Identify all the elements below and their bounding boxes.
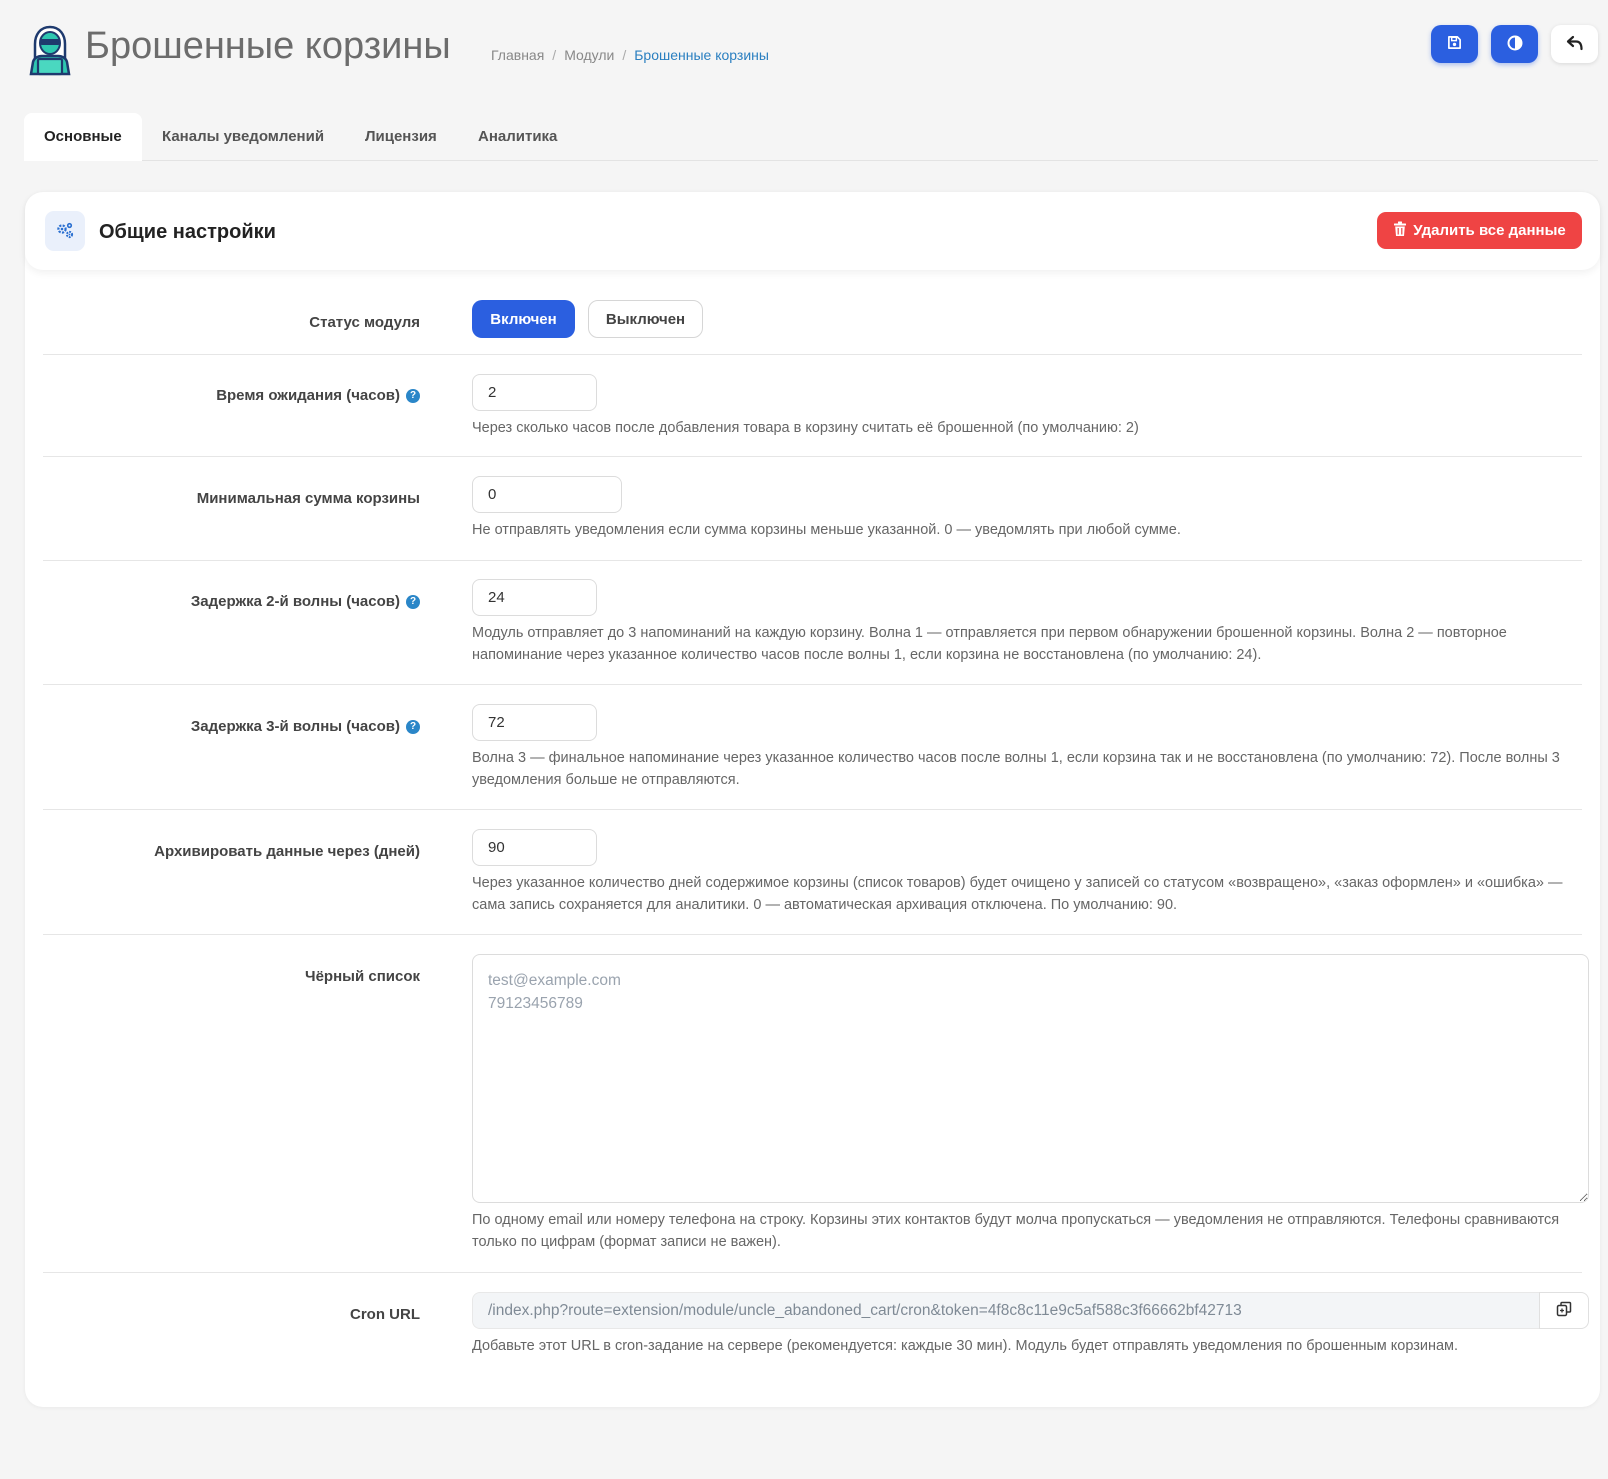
status-enabled-button[interactable]: Включен: [472, 300, 575, 338]
blacklist-hint: По одному email или номеру телефона на с…: [472, 1212, 1560, 1250]
card-title: Общие настройки: [99, 221, 276, 243]
help-icon[interactable]: ?: [406, 388, 420, 403]
back-arrow-icon: [1566, 35, 1584, 54]
blacklist-textarea[interactable]: [472, 954, 1589, 1203]
min-sum-hint: Не отправлять уведомления если сумма кор…: [472, 522, 1181, 538]
status-toggle: Включен Выключен: [472, 300, 712, 338]
wait-time-input[interactable]: [472, 374, 597, 411]
cron-url-group: [472, 1292, 1589, 1329]
delete-all-data-button[interactable]: Удалить все данные: [1377, 212, 1582, 249]
breadcrumb-separator: /: [552, 47, 557, 63]
wait-time-label: Время ожидания (часов)?: [216, 387, 420, 404]
wave2-row: Задержка 2-й волны (часов)? Модуль отпра…: [43, 561, 1582, 685]
tab-notification-channels[interactable]: Каналы уведомлений: [142, 113, 344, 161]
breadcrumb-home[interactable]: Главная: [491, 47, 544, 63]
breadcrumb-modules[interactable]: Модули: [564, 47, 614, 63]
min-sum-row: Минимальная сумма корзины Не отправлять …: [43, 457, 1582, 561]
tab-bar: Основные Каналы уведомлений Лицензия Ана…: [24, 113, 1598, 161]
page-header: Брошенные корзины Главная / Модули / Брошенн…: [0, 0, 1608, 100]
archive-days-input[interactable]: [472, 829, 597, 866]
status-label: Статус модуля: [309, 314, 420, 331]
wave3-row: Задержка 3-й волны (часов)? Волна 3 — фи…: [43, 685, 1582, 810]
wait-time-row: Время ожидания (часов)? Через сколько ча…: [43, 355, 1582, 457]
save-icon: [1447, 35, 1462, 53]
blacklist-row: Чёрный список По одному email или номеру…: [43, 935, 1589, 1273]
trash-icon: [1393, 221, 1407, 241]
settings-card: Общие настройки Удалить все данные Стату…: [25, 192, 1600, 1407]
cron-url-input[interactable]: [472, 1292, 1539, 1329]
help-icon[interactable]: ?: [406, 719, 420, 734]
wave2-label: Задержка 2-й волны (часов)?: [191, 593, 420, 610]
hacker-logo-icon: [28, 24, 72, 76]
archive-hint: Через указанное количество дней содержим…: [472, 875, 1563, 913]
cron-url-hint: Добавьте этот URL в cron-задание на серв…: [472, 1338, 1459, 1354]
archive-row: Архивировать данные через (дней) Через у…: [43, 810, 1582, 935]
status-row: Статус модуля Включен Выключен: [43, 280, 1582, 355]
breadcrumb: Главная / Модули / Брошенные корзины: [491, 46, 769, 64]
min-sum-input[interactable]: [472, 476, 622, 513]
copy-button[interactable]: [1539, 1292, 1589, 1329]
page-title: Брошенные корзины: [85, 25, 451, 67]
wave3-label: Задержка 3-й волны (часов)?: [191, 718, 420, 735]
save-button[interactable]: [1431, 25, 1478, 63]
cron-url-label: Cron URL: [350, 1306, 420, 1323]
wave3-hint: Волна 3 — финальное напоминание через ук…: [472, 750, 1560, 788]
status-disabled-button[interactable]: Выключен: [588, 300, 703, 338]
contrast-icon: [1507, 35, 1523, 54]
card-header: Общие настройки Удалить все данные: [25, 192, 1600, 270]
tab-general[interactable]: Основные: [24, 113, 142, 161]
min-sum-label: Минимальная сумма корзины: [196, 490, 420, 507]
wave2-delay-input[interactable]: [472, 579, 597, 616]
wave3-delay-input[interactable]: [472, 704, 597, 741]
wave2-hint: Модуль отправляет до 3 напоминаний на ка…: [472, 625, 1507, 663]
breadcrumb-current[interactable]: Брошенные корзины: [634, 47, 769, 63]
back-button[interactable]: [1551, 25, 1598, 63]
archive-label: Архивировать данные через (дней): [154, 843, 420, 860]
tab-license[interactable]: Лицензия: [345, 113, 457, 161]
tab-analytics[interactable]: Аналитика: [458, 113, 577, 161]
cron-row: Cron URL Добавьте этот URL в cron-задани…: [43, 1273, 1589, 1373]
gears-icon: [45, 211, 85, 251]
blacklist-label: Чёрный список: [305, 968, 420, 985]
wait-time-hint: Через сколько часов после добавления тов…: [472, 420, 1139, 436]
breadcrumb-separator: /: [622, 47, 627, 63]
help-icon[interactable]: ?: [406, 594, 420, 609]
copy-icon: [1556, 1301, 1572, 1320]
delete-all-data-label: Удалить все данные: [1413, 222, 1566, 239]
theme-toggle-button[interactable]: [1491, 25, 1538, 63]
